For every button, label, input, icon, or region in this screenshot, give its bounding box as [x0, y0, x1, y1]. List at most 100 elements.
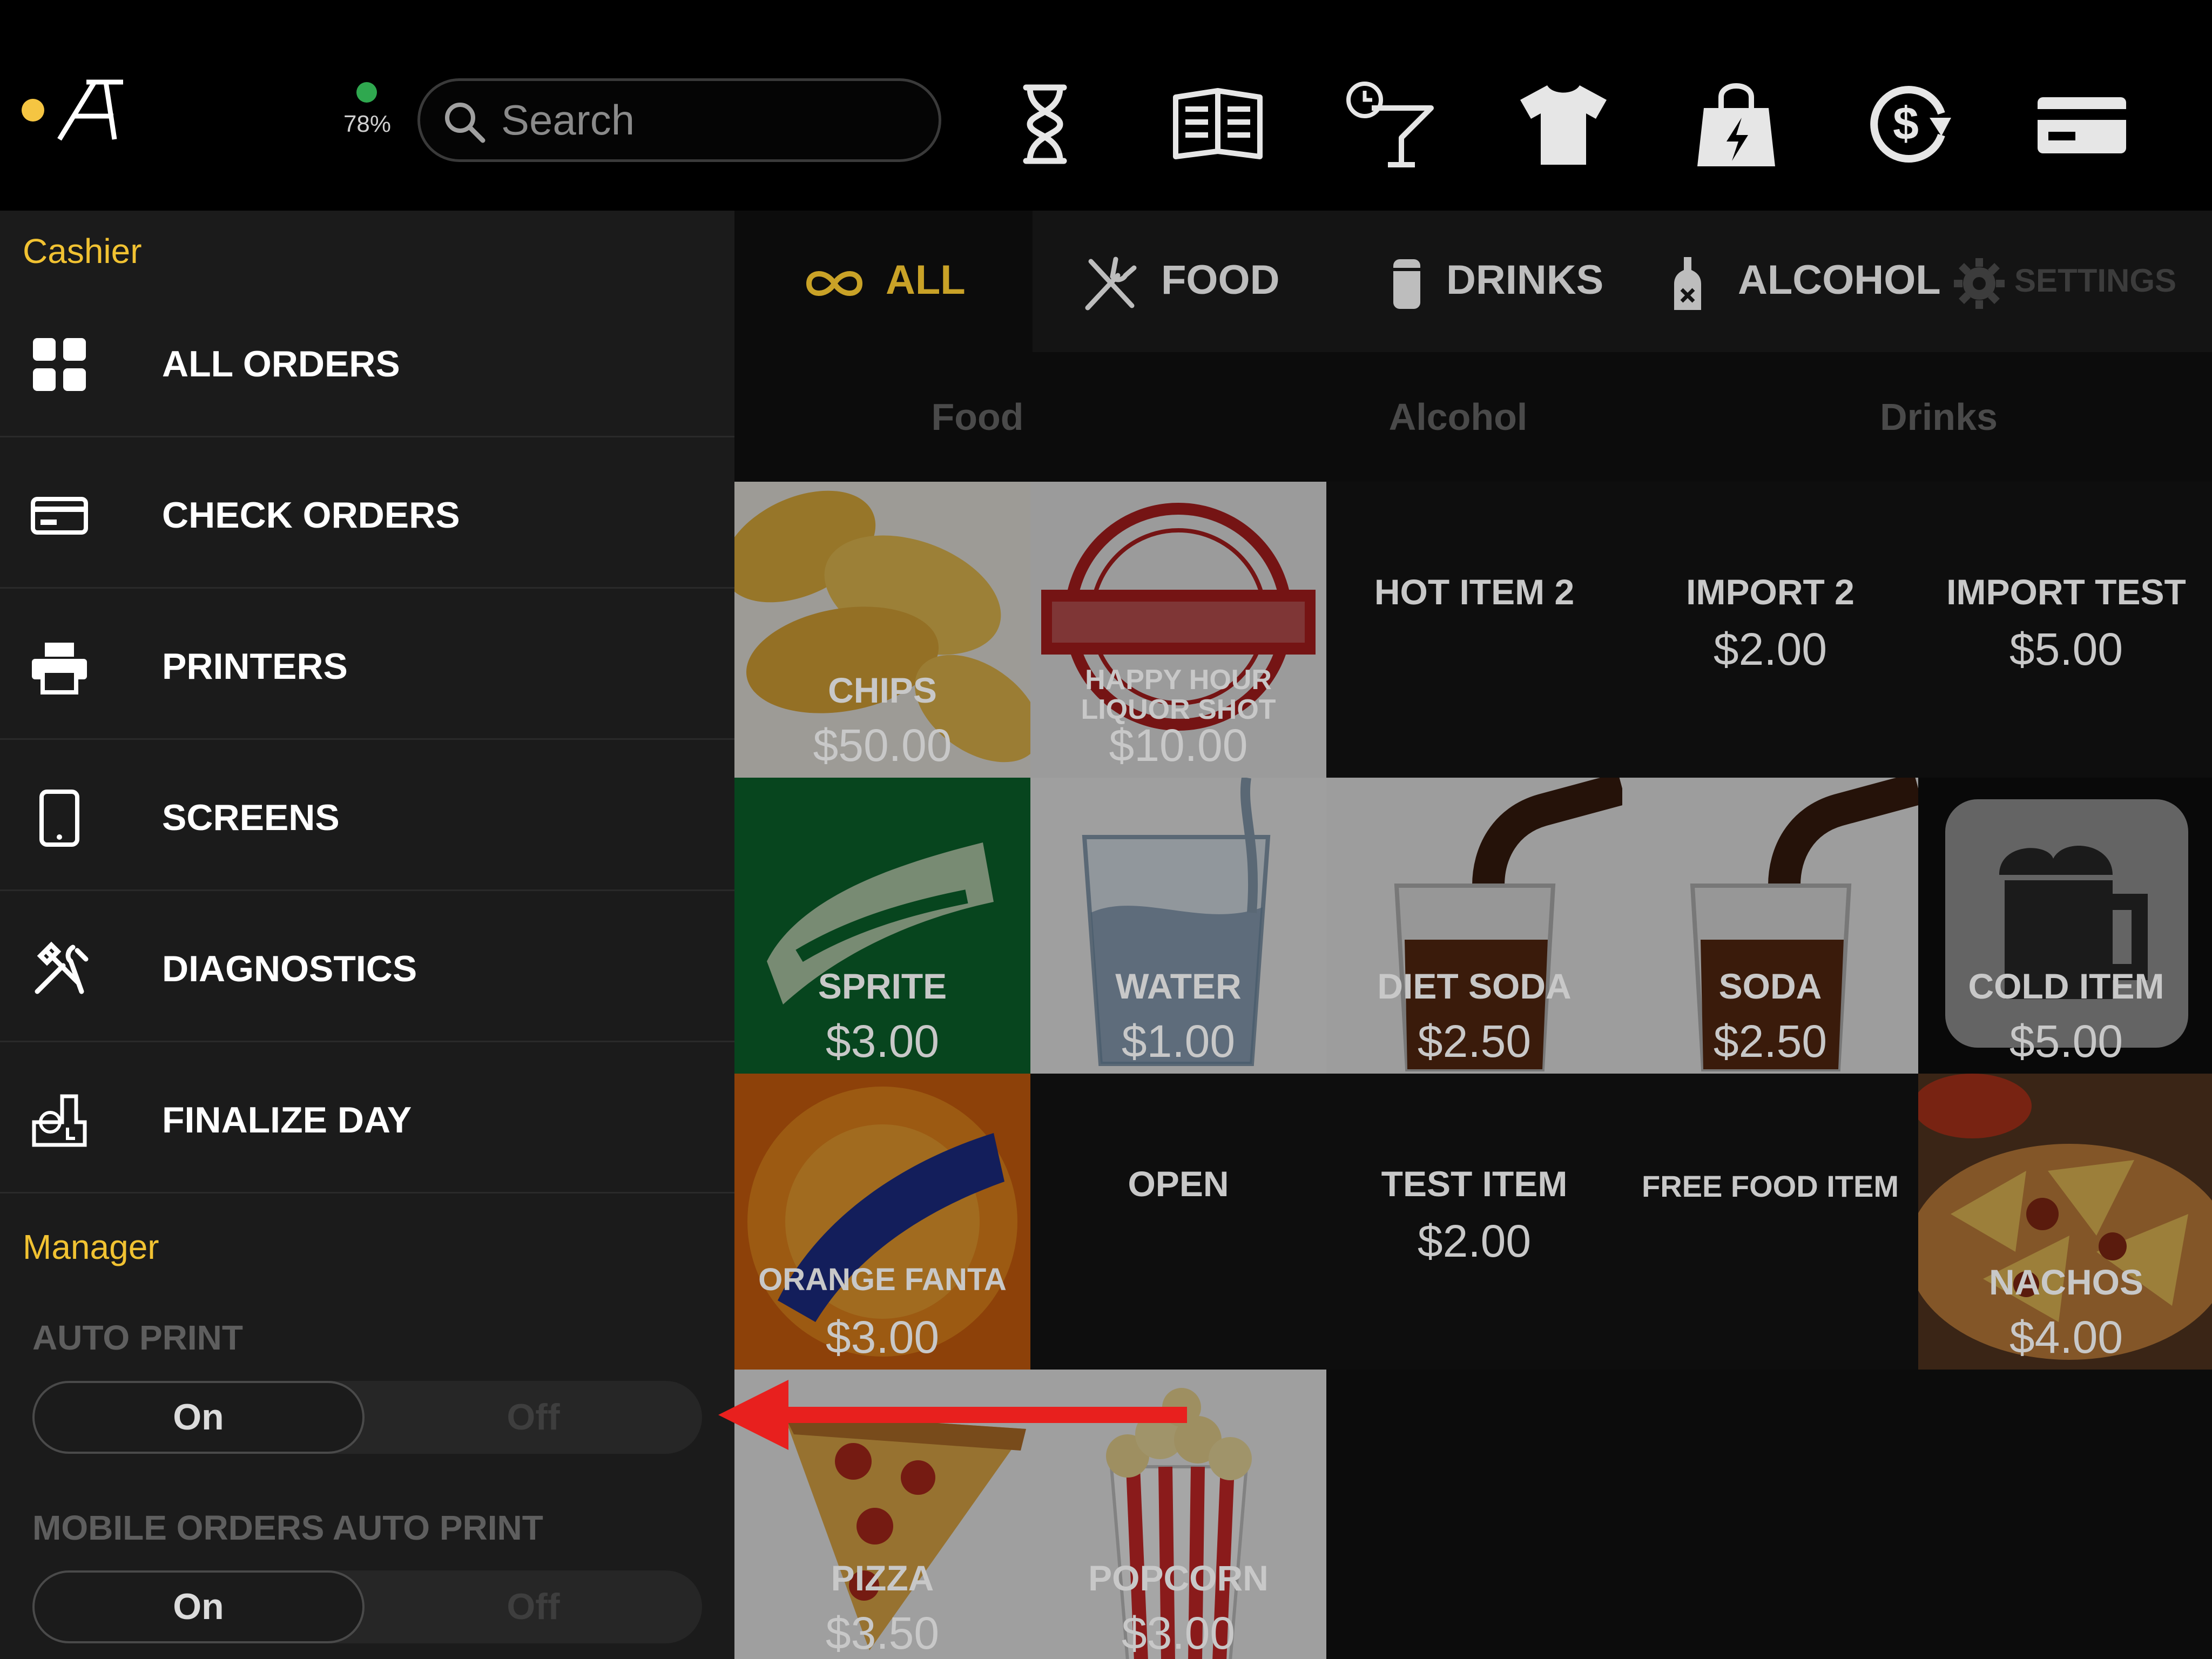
- tab-label: SETTINGS: [2014, 262, 2177, 299]
- hourglass-icon[interactable]: [996, 76, 1094, 173]
- app-logo: [54, 76, 130, 146]
- tab-label: ALCOHOL: [1738, 257, 1941, 303]
- tab-drinks[interactable]: DRINKS: [1377, 211, 1658, 352]
- item-price: $3.50: [825, 1608, 940, 1658]
- item-price: $10.00: [1109, 720, 1248, 771]
- auto-print-off-option[interactable]: Off: [365, 1381, 702, 1454]
- auto-print-on-option[interactable]: On: [32, 1381, 365, 1454]
- item-tile-happy-hour-liquor-shot[interactable]: HAPPY HOUR LIQUOR SHOT $10.00: [1030, 482, 1326, 778]
- sidebar-item-label: ALL ORDERS: [162, 343, 400, 385]
- item-name: IMPORT TEST: [1946, 572, 2186, 612]
- tab-food[interactable]: FOOD: [1080, 211, 1361, 352]
- item-name: HAPPY HOUR LIQUOR SHOT: [1081, 664, 1276, 725]
- item-tile-free-food-item[interactable]: FREE FOOD ITEM: [1622, 1074, 1918, 1370]
- auto-print-toggle[interactable]: On Off: [32, 1381, 702, 1454]
- item-price: $1.00: [1121, 1016, 1236, 1067]
- item-name: TEST ITEM: [1381, 1164, 1568, 1204]
- search-input[interactable]: [501, 92, 922, 149]
- tablet-icon: [30, 788, 89, 848]
- refund-dollar-icon[interactable]: $: [1860, 76, 1958, 173]
- auto-print-label: AUTO PRINT: [32, 1318, 243, 1357]
- item-tile-hot-item-2[interactable]: HOT ITEM 2: [1326, 482, 1622, 778]
- battery-percent: 78%: [343, 111, 392, 137]
- mobile-auto-print-label: MOBILE ORDERS AUTO PRINT: [32, 1508, 543, 1547]
- item-name: IMPORT 2: [1686, 572, 1854, 612]
- happy-hour-cocktail-icon[interactable]: [1342, 76, 1439, 173]
- cashier-section-title: Cashier: [23, 232, 142, 271]
- tab-all[interactable]: ALL: [734, 211, 1033, 352]
- can-icon: [1377, 254, 1437, 313]
- item-name: HOT ITEM 2: [1374, 572, 1575, 612]
- item-tile-cold-item[interactable]: COLD ITEM $5.00: [1918, 778, 2212, 1074]
- item-price: $2.00: [1713, 624, 1827, 675]
- subtab-food[interactable]: Food: [734, 352, 1220, 482]
- sidebar-item-all-orders[interactable]: ALL ORDERS: [0, 286, 734, 437]
- printer-icon: [30, 637, 89, 697]
- search-icon: [445, 103, 485, 143]
- item-tile-chips[interactable]: CHIPS $50.00: [734, 482, 1030, 778]
- item-name: OPEN: [1128, 1164, 1229, 1204]
- top-bar: 78% $: [0, 0, 2212, 211]
- item-price: $5.00: [2009, 624, 2123, 675]
- item-name: SODA: [1718, 966, 1822, 1006]
- tools-icon: [30, 940, 89, 999]
- search-box[interactable]: [417, 78, 941, 162]
- tab-settings[interactable]: SETTINGS: [1950, 211, 2212, 352]
- item-name: FREE FOOD ITEM: [1642, 1169, 1899, 1203]
- item-name: COLD ITEM: [1968, 966, 2164, 1006]
- item-tile-nachos[interactable]: NACHOS $4.00: [1918, 1074, 2212, 1370]
- subtab-drinks[interactable]: Drinks: [1696, 352, 2182, 482]
- subtab-alcohol[interactable]: Alcohol: [1215, 352, 1701, 482]
- item-tile-diet-soda[interactable]: DIET SODA $2.50: [1326, 778, 1622, 1074]
- item-tile-water[interactable]: WATER $1.00: [1030, 778, 1326, 1074]
- item-tile-soda[interactable]: SODA $2.50: [1622, 778, 1918, 1074]
- credit-card-icon[interactable]: [2033, 76, 2130, 173]
- sidebar-item-screens[interactable]: SCREENS: [0, 740, 734, 891]
- sidebar-item-label: FINALIZE DAY: [162, 1100, 412, 1141]
- item-name: SPRITE: [818, 966, 947, 1006]
- item-price: $3.00: [825, 1016, 940, 1067]
- mobile-auto-print-off-option[interactable]: Off: [365, 1570, 702, 1643]
- sidebar-item-label: DIAGNOSTICS: [162, 948, 417, 989]
- item-price: $5.00: [2009, 1016, 2123, 1067]
- item-price: $4.00: [2009, 1312, 2123, 1363]
- item-tile-import-2[interactable]: IMPORT 2 $2.00: [1622, 482, 1918, 778]
- sidebar-item-check-orders[interactable]: CHECK ORDERS: [0, 437, 734, 589]
- item-tile-import-test[interactable]: IMPORT TEST $5.00: [1918, 482, 2212, 778]
- item-tile-test-item[interactable]: TEST ITEM $2.00: [1326, 1074, 1622, 1370]
- item-price: $2.00: [1417, 1216, 1532, 1266]
- tshirt-icon[interactable]: [1515, 76, 1612, 173]
- item-name: NACHOS: [1988, 1262, 2143, 1302]
- mobile-auto-print-toggle[interactable]: On Off: [32, 1570, 702, 1643]
- item-tile-open[interactable]: OPEN: [1030, 1074, 1326, 1370]
- item-tile-sprite[interactable]: SPRITE $3.00: [734, 778, 1030, 1074]
- infinity-icon: [805, 254, 864, 313]
- subcategory-tabs: Food Alcohol Drinks: [734, 352, 2212, 482]
- item-tile-orange-fanta[interactable]: ORANGE FANTA $3.00: [734, 1074, 1030, 1370]
- sidebar-item-printers[interactable]: PRINTERS: [0, 589, 734, 740]
- item-price: $3.00: [825, 1312, 940, 1363]
- manager-section-title: Manager: [23, 1228, 159, 1266]
- item-name: ORANGE FANTA: [758, 1262, 1007, 1297]
- item-price: $2.50: [1713, 1016, 1827, 1067]
- item-name: POPCORN: [1088, 1558, 1269, 1598]
- category-tabs: ALL FOOD DRINKS ALCOHOL SETTINGS: [734, 211, 2212, 352]
- mobile-auto-print-on-option[interactable]: On: [32, 1570, 365, 1643]
- item-price: $50.00: [813, 720, 952, 771]
- item-name: WATER: [1115, 966, 1242, 1006]
- tab-label: DRINKS: [1446, 257, 1604, 303]
- grid-icon: [30, 335, 89, 394]
- annotation-arrow: [718, 1380, 1187, 1450]
- fork-knife-icon: [1080, 254, 1139, 313]
- card-icon: [30, 486, 89, 545]
- item-grid: CHIPS $50.00 HAPPY HOUR LIQUOR SHOT $10.…: [734, 482, 2212, 1659]
- item-name: CHIPS: [828, 670, 937, 710]
- tab-label: FOOD: [1161, 257, 1280, 303]
- sidebar-item-label: CHECK ORDERS: [162, 495, 460, 536]
- menu-book-icon[interactable]: [1169, 76, 1266, 173]
- sidebar-item-finalize-day[interactable]: FINALIZE DAY: [0, 1042, 734, 1193]
- tab-alcohol[interactable]: ALCOHOL: [1658, 211, 1960, 352]
- sidebar-item-label: SCREENS: [162, 797, 340, 838]
- bag-lightning-icon[interactable]: [1688, 76, 1785, 173]
- sidebar-item-diagnostics[interactable]: DIAGNOSTICS: [0, 891, 734, 1042]
